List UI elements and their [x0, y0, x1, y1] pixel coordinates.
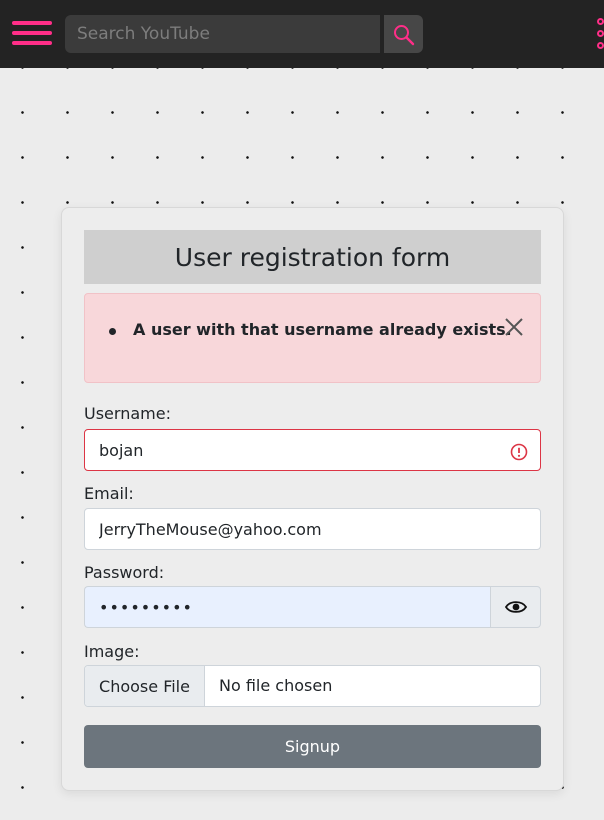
form-title: User registration form — [84, 230, 541, 284]
search-icon — [394, 25, 415, 46]
password-label: Password: — [84, 563, 165, 582]
email-input[interactable] — [84, 508, 541, 550]
file-status-text: No file chosen — [219, 676, 333, 695]
search-input[interactable] — [65, 15, 380, 53]
error-message: A user with that username already exists… — [107, 320, 512, 339]
registration-card: User registration form A user with that … — [61, 207, 564, 791]
image-file-input[interactable]: Choose File No file chosen — [84, 665, 541, 707]
password-input[interactable] — [84, 586, 490, 628]
search-button[interactable] — [384, 15, 423, 53]
error-list: A user with that username already exists… — [107, 320, 512, 339]
image-label: Image: — [84, 642, 140, 661]
username-input[interactable] — [84, 429, 541, 471]
top-navbar — [0, 0, 604, 68]
close-icon[interactable] — [503, 316, 525, 338]
password-visibility-toggle[interactable] — [490, 586, 541, 628]
signup-button[interactable]: Signup — [84, 725, 541, 768]
email-label: Email: — [84, 484, 134, 503]
hamburger-menu-icon[interactable] — [12, 21, 52, 47]
kebab-menu-icon[interactable] — [597, 18, 604, 50]
error-icon — [510, 443, 528, 461]
username-label: Username: — [84, 404, 171, 423]
error-alert: A user with that username already exists… — [84, 293, 541, 383]
choose-file-button[interactable]: Choose File — [85, 666, 205, 706]
eye-icon — [504, 601, 527, 613]
